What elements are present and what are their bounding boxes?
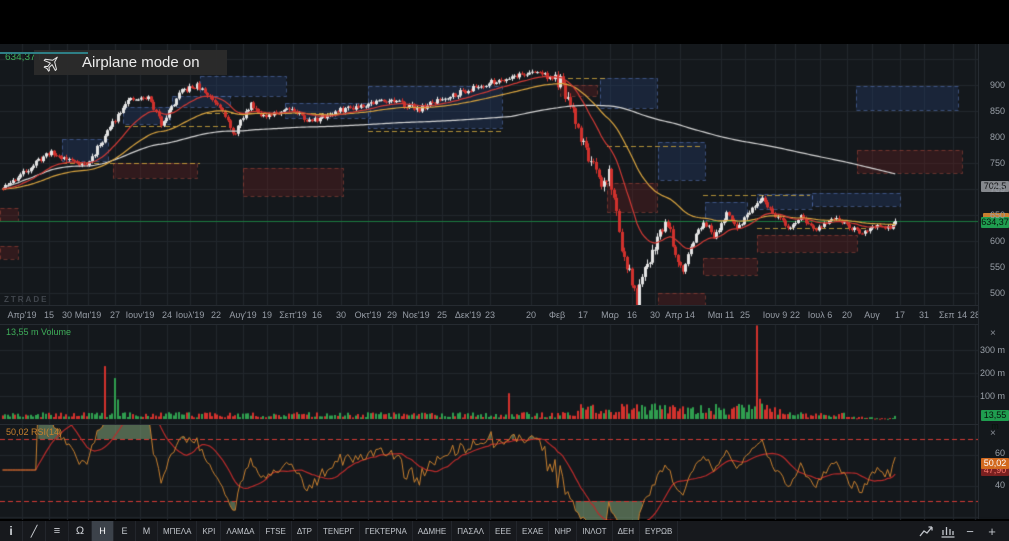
axis-tick: 900 — [989, 80, 1005, 90]
symbol-tab-ΑΔΜΗΕ[interactable]: ΑΔΜΗΕ — [413, 521, 453, 541]
symbol-tab-ΙΝΛΟΤ[interactable]: ΙΝΛΟΤ — [577, 521, 613, 541]
axis-tick: 850 — [989, 106, 1005, 116]
time-tick: Ιουλ 6 — [807, 310, 833, 320]
zoom-in-button[interactable]: + — [981, 524, 1003, 539]
volume-legend[interactable]: 13,55 m Volume — [6, 327, 71, 337]
value-axis[interactable]: 702,5 634,37 13,55 m 47,90 50,02 × × 900… — [978, 44, 1009, 519]
timeframe-tab-Μ[interactable]: Μ — [136, 521, 158, 541]
time-tick: 24 — [161, 310, 173, 320]
time-tick: Φεβ — [548, 310, 566, 320]
time-tick: 17 — [577, 310, 589, 320]
rsi-legend[interactable]: 50,02 RSI(14) — [6, 427, 62, 437]
axis-tick: 700 — [989, 184, 1005, 194]
time-tick: 15 — [43, 310, 55, 320]
axis-tick: 800 — [989, 132, 1005, 142]
symbol-tab-ΓΕΚΤΕΡΝΑ[interactable]: ΓΕΚΤΕΡΝΑ — [360, 521, 413, 541]
price-pane[interactable] — [0, 44, 978, 305]
axis-tick: 550 — [989, 262, 1005, 272]
time-tick: Οκτ'19 — [354, 310, 382, 320]
axis-tick: 300 m — [979, 345, 1005, 355]
toolbar-right-group: − + — [915, 521, 1009, 541]
symbol-tab-ΚΡΙ[interactable]: ΚΡΙ — [197, 521, 222, 541]
axis-tick: 40 — [994, 480, 1005, 490]
axis-tick: 200 m — [979, 368, 1005, 378]
volume-value-tag: 13,55 m — [981, 410, 1009, 431]
time-tick: Ιουν 9 — [762, 310, 788, 320]
info-icon[interactable]: i — [0, 521, 23, 541]
time-tick: Νοε'19 — [402, 310, 430, 320]
time-tick: Ιουν'19 — [125, 310, 155, 320]
bottom-toolbar: i ╱ ≡ Ω Η Ε Μ ΜΠΕΛΑ ΚΡΙ ΛΑΜΔΑ FTSE ΔΤΡ ΤΕΝΕΡΓ ΓΕΚΤΕΡΝ… — [0, 520, 1009, 541]
time-tick: Απρ 14 — [665, 310, 695, 320]
zoom-out-button[interactable]: − — [959, 524, 981, 539]
axis-tick: 100 m — [979, 391, 1005, 401]
time-tick: Μαρ — [601, 310, 619, 320]
symbol-tab-ΕΕΕ[interactable]: ΕΕΕ — [490, 521, 518, 541]
close-volume-icon[interactable]: × — [990, 329, 996, 339]
symbol-tab-ΔΤΡ[interactable]: ΔΤΡ — [292, 521, 318, 541]
legend-underline — [0, 52, 88, 54]
rsi-pane[interactable] — [0, 424, 978, 520]
time-tick: Απρ'19 — [7, 310, 37, 320]
time-tick: Σεπ 14 — [938, 310, 968, 320]
axis-tick: 60 — [994, 448, 1005, 458]
volume-chart-canvas[interactable] — [0, 325, 978, 424]
omega-icon[interactable]: Ω — [69, 521, 92, 541]
symbol-tab-ΔΕΗ[interactable]: ΔΕΗ — [613, 521, 641, 541]
time-tick: 29 — [386, 310, 398, 320]
symbol-tab-ΝΗΡ[interactable]: ΝΗΡ — [549, 521, 578, 541]
trendline-icon[interactable]: ╱ — [23, 521, 46, 541]
time-tick: Σεπ'19 — [279, 310, 307, 320]
time-tick: Μαι'19 — [74, 310, 102, 320]
timeframe-tab-Ε[interactable]: Ε — [114, 521, 136, 541]
price-chart-canvas[interactable] — [0, 44, 978, 305]
time-tick: 17 — [894, 310, 906, 320]
trading-app: Απρ'19 15 30 Μαι'19 27 Ιουν'19 24 Ιουλ'19 22 Αυγ'… — [0, 0, 1009, 541]
time-tick: Ιουλ'19 — [175, 310, 205, 320]
watchlist-icon[interactable]: ≡ — [46, 521, 69, 541]
time-axis[interactable]: Απρ'19 15 30 Μαι'19 27 Ιουν'19 24 Ιουλ'19 22 Αυγ'… — [0, 305, 1009, 325]
time-tick: Αυγ — [864, 310, 880, 320]
broker-watermark: ZTRADE — [4, 295, 49, 304]
time-tick: 20 — [841, 310, 853, 320]
time-tick: Μαι 11 — [707, 310, 735, 320]
axis-tick: 750 — [989, 158, 1005, 168]
rsi-value-tag: 50,02 — [981, 458, 1009, 469]
time-tick: 31 — [918, 310, 930, 320]
time-tick: 22 — [210, 310, 222, 320]
bar-chart-icon[interactable] — [937, 525, 959, 538]
time-tick: 27 — [109, 310, 121, 320]
symbol-tab-ΤΕΝΕΡΓ[interactable]: ΤΕΝΕΡΓ — [318, 521, 361, 541]
time-tick: 19 — [261, 310, 273, 320]
time-tick: 20 — [525, 310, 537, 320]
symbol-tab-ΛΑΜΔΑ[interactable]: ΛΑΜΔΑ — [221, 521, 261, 541]
time-tick: 25 — [436, 310, 448, 320]
axis-tick: 650 — [989, 210, 1005, 220]
symbol-tab-ΠΑΣΑΛ[interactable]: ΠΑΣΑΛ — [452, 521, 491, 541]
time-tick: 30 — [335, 310, 347, 320]
symbol-tab-ΜΠΕΛΑ[interactable]: ΜΠΕΛΑ — [158, 521, 198, 541]
symbol-tab-FTSE[interactable]: FTSE — [260, 521, 292, 541]
time-tick: 16 — [311, 310, 323, 320]
symbol-tab-ΕΧΑΕ[interactable]: ΕΧΑΕ — [517, 521, 550, 541]
rsi-chart-canvas[interactable] — [0, 425, 978, 520]
toast-text: Airplane mode on — [82, 54, 200, 71]
close-rsi-icon[interactable]: × — [990, 429, 996, 439]
time-tick: 22 — [789, 310, 801, 320]
symbol-tab-ΕΥΡΩΒ[interactable]: ΕΥΡΩΒ — [640, 521, 679, 541]
time-tick: Αυγ'19 — [229, 310, 257, 320]
time-tick: Δεκ'19 — [454, 310, 482, 320]
axis-tick: 600 — [989, 236, 1005, 246]
time-tick: 16 — [626, 310, 638, 320]
time-tick: 25 — [739, 310, 751, 320]
time-tick: 30 — [61, 310, 73, 320]
time-tick: 23 — [484, 310, 496, 320]
timeframe-tab-Η[interactable]: Η — [92, 521, 114, 541]
line-chart-icon[interactable] — [915, 525, 937, 538]
axis-tick: 500 — [989, 288, 1005, 298]
time-tick: 30 — [649, 310, 661, 320]
volume-pane[interactable] — [0, 325, 978, 424]
